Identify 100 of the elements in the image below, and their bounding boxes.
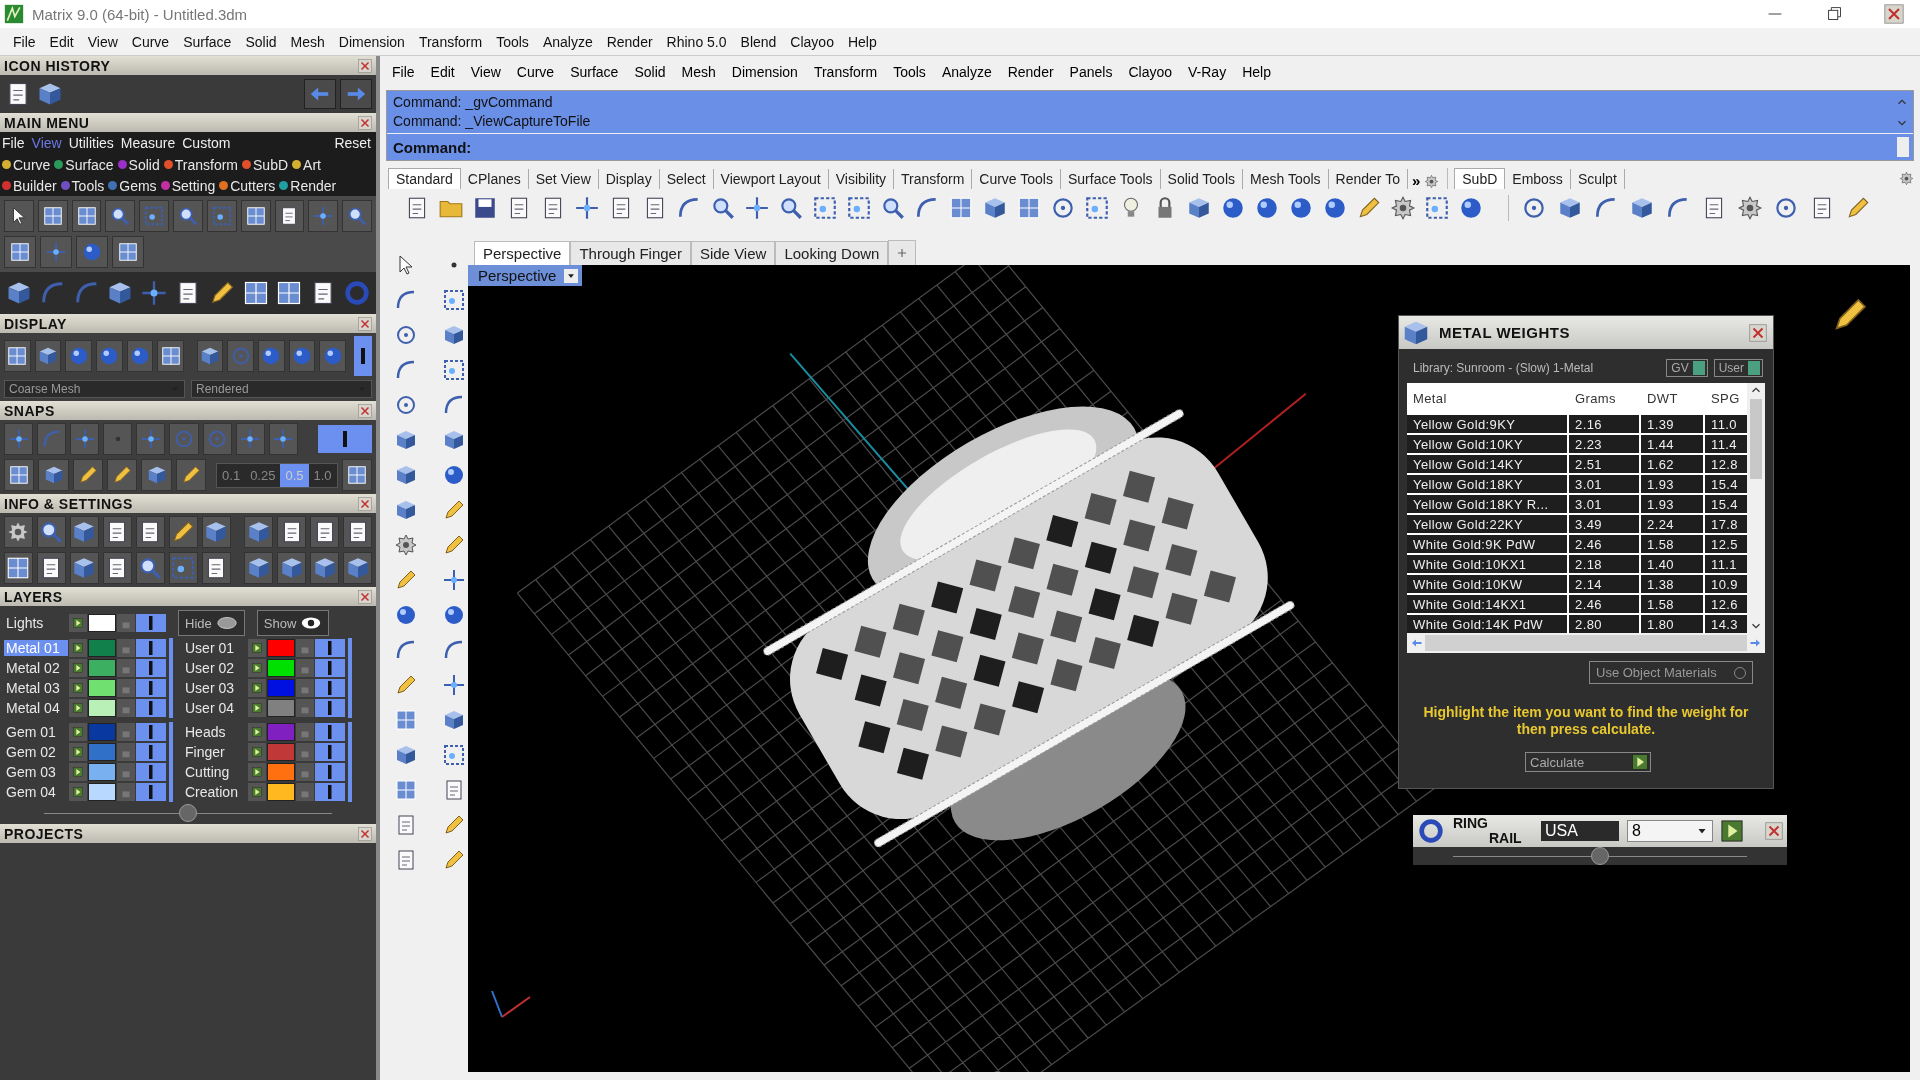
gear-icon[interactable]	[1899, 171, 1914, 186]
table-row[interactable]: White Gold:14K PdW 2.80 1.80 14.3	[1407, 615, 1747, 633]
layer-color-swatch[interactable]	[88, 659, 116, 677]
toolbar-tab[interactable]: Select	[659, 169, 714, 189]
visibility-toggle[interactable]	[136, 723, 166, 741]
menu-item[interactable]: Clayoo	[783, 33, 841, 50]
back-button[interactable]	[304, 79, 336, 109]
toolbar-tab[interactable]: Sculpt	[1570, 168, 1625, 189]
layer-name[interactable]: Creation	[183, 784, 247, 800]
close-icon[interactable]	[1749, 323, 1767, 342]
close-icon[interactable]	[358, 403, 372, 418]
sphere-icon[interactable]	[81, 241, 103, 263]
viewport-tab[interactable]: Perspective	[474, 241, 571, 265]
layer-name[interactable]: Lights	[4, 615, 68, 631]
layer-name[interactable]: Gem 03	[4, 764, 68, 780]
category-link[interactable]: Builder	[13, 177, 57, 194]
table-row[interactable]: White Gold:10KX1 2.18 1.40 11.1	[1407, 555, 1747, 573]
search-icon[interactable]	[109, 205, 132, 227]
close-icon[interactable]	[358, 58, 372, 73]
expand-button[interactable]	[248, 743, 266, 761]
viewport-tab[interactable]: Through Finger	[570, 241, 691, 265]
scroll-bar[interactable]	[348, 722, 352, 802]
crosshair-icon[interactable]	[139, 428, 162, 450]
expand-button[interactable]	[69, 639, 87, 657]
menu-tab[interactable]: Measure	[118, 135, 181, 151]
sphere-icon[interactable]	[1288, 195, 1314, 221]
menu-tab[interactable]: Custom	[180, 135, 236, 151]
toolbar-tab[interactable]: CPlanes	[460, 169, 529, 189]
toggle-switch[interactable]: GV	[1666, 359, 1708, 377]
layer-name[interactable]: Gem 04	[4, 784, 68, 800]
menu-item[interactable]: Analyze	[933, 64, 1000, 80]
menu-item[interactable]: Curve	[508, 64, 563, 80]
cube-icon[interactable]	[442, 708, 466, 732]
circle-icon[interactable]	[1050, 195, 1076, 221]
expand-button[interactable]	[248, 639, 266, 657]
layer-name[interactable]: Cutting	[183, 764, 247, 780]
visibility-toggle[interactable]	[315, 639, 345, 657]
toolbar-tab[interactable]: Render To	[1328, 169, 1408, 189]
layer-color-swatch[interactable]	[267, 743, 295, 761]
visibility-toggle[interactable]	[315, 699, 345, 717]
visibility-toggle[interactable]	[136, 763, 166, 781]
menu-item[interactable]: Solid	[238, 33, 284, 50]
expand-button[interactable]	[248, 679, 266, 697]
sphere-icon[interactable]	[291, 345, 313, 367]
menu-item[interactable]: Edit	[42, 33, 81, 50]
cube-icon[interactable]	[394, 428, 418, 452]
layer-color-swatch[interactable]	[88, 639, 116, 657]
selection-icon[interactable]	[442, 743, 466, 767]
pencil-icon[interactable]	[442, 813, 466, 837]
display-mode-dropdown[interactable]: Rendered	[191, 380, 372, 398]
layer-color-swatch[interactable]	[88, 723, 116, 741]
visibility-toggle[interactable]	[136, 679, 166, 697]
search-icon[interactable]	[346, 205, 369, 227]
viewport-menu[interactable]: Perspective	[468, 265, 583, 286]
close-icon[interactable]	[358, 589, 372, 604]
sphere-icon[interactable]	[442, 463, 466, 487]
toolbar-tab[interactable]: Viewport Layout	[713, 169, 829, 189]
close-icon[interactable]	[358, 316, 372, 331]
menu-item[interactable]: View	[462, 64, 509, 80]
close-icon[interactable]	[358, 496, 372, 511]
selection-icon[interactable]	[442, 358, 466, 382]
menu-tab[interactable]: Utilities	[66, 135, 119, 151]
menu-item[interactable]: Help	[840, 33, 884, 50]
layer-color-swatch[interactable]	[88, 614, 116, 632]
sphere-icon[interactable]	[394, 603, 418, 627]
selection-icon[interactable]	[846, 195, 872, 221]
cube-icon[interactable]	[442, 323, 466, 347]
use-object-materials-toggle[interactable]: Use Object Materials	[1589, 661, 1753, 684]
table-row[interactable]: Yellow Gold:18KY R... 3.01 1.93 15.4	[1407, 495, 1747, 513]
expand-button[interactable]	[69, 614, 87, 632]
circle-icon[interactable]	[394, 323, 418, 347]
expand-button[interactable]	[248, 763, 266, 781]
cube-icon[interactable]	[1186, 195, 1212, 221]
menu-item[interactable]: V-Ray	[1180, 64, 1235, 80]
expand-button[interactable]	[69, 659, 87, 677]
expand-button[interactable]	[69, 699, 87, 717]
category-link[interactable]: SubD	[253, 156, 289, 173]
visibility-toggle[interactable]	[136, 639, 166, 657]
visibility-toggle[interactable]	[315, 783, 345, 801]
selection-icon[interactable]	[812, 195, 838, 221]
cube-icon[interactable]	[1629, 195, 1655, 221]
toolbar-tab[interactable]: Curve Tools	[972, 169, 1061, 189]
gear-icon[interactable]	[1424, 174, 1440, 189]
menu-item[interactable]: File	[6, 33, 43, 50]
circle-icon[interactable]	[394, 393, 418, 417]
table-row[interactable]: White Gold:9K PdW 2.46 1.58 12.5	[1407, 535, 1747, 553]
crosshair-icon[interactable]	[7, 428, 30, 450]
gear-icon[interactable]	[1390, 195, 1416, 221]
crosshair-icon[interactable]	[574, 195, 600, 221]
category-link[interactable]: Solid	[128, 156, 160, 173]
scroll-bar[interactable]	[1747, 383, 1765, 633]
table-row[interactable]: White Gold:10KW 2.14 1.38 10.9	[1407, 575, 1747, 593]
layer-name[interactable]: User 02	[183, 660, 247, 676]
menu-item[interactable]: Solid	[626, 64, 674, 80]
layer-color-swatch[interactable]	[88, 783, 116, 801]
expand-button[interactable]	[248, 699, 266, 717]
mesh-dropdown[interactable]: Coarse Mesh	[4, 380, 185, 398]
table-row[interactable]: Yellow Gold:14KY 2.51 1.62 12.8	[1407, 455, 1747, 473]
cube-icon[interactable]	[394, 463, 418, 487]
selection-icon[interactable]	[210, 205, 233, 227]
